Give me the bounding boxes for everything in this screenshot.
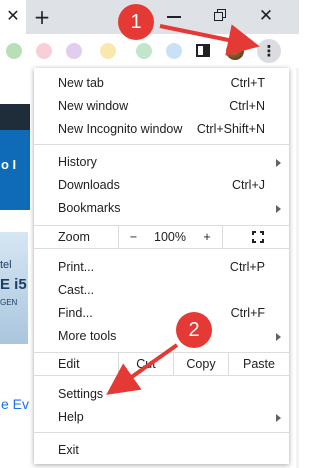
submenu-arrow-icon [276, 333, 281, 341]
menu-item-label: Print... [58, 260, 95, 274]
menu-separator [34, 432, 289, 433]
menu-item-shortcut: Ctrl+F [230, 306, 265, 320]
extension-icon[interactable] [166, 43, 182, 59]
chip-gen: GEN [0, 298, 18, 307]
menu-item-new-incognito[interactable]: New Incognito window Ctrl+Shift+N [34, 118, 289, 141]
step1-badge: 1 [118, 4, 154, 40]
menu-item-print[interactable]: Print... Ctrl+P [34, 256, 289, 279]
menu-item-label: Find... [58, 306, 93, 320]
menu-item-shortcut: Ctrl+T [230, 76, 265, 90]
menu-item-new-window[interactable]: New window Ctrl+N [34, 95, 289, 118]
menu-item-label: More tools [58, 329, 117, 343]
menu-item-shortcut: Ctrl+P [229, 260, 265, 274]
restore-icon[interactable] [214, 9, 226, 21]
menu-item-exit[interactable]: Exit [34, 439, 289, 462]
menu-item-label: Cast... [58, 283, 95, 297]
menu-item-shortcut: Ctrl+J [232, 178, 265, 192]
paste-button[interactable]: Paste [228, 353, 289, 375]
menu-separator [34, 144, 289, 145]
menu-item-more-tools[interactable]: More tools [34, 325, 289, 348]
extension-icon[interactable] [6, 43, 22, 59]
side-panel-icon[interactable] [196, 44, 210, 57]
edit-label: Edit [58, 357, 80, 371]
zoom-label: Zoom [58, 230, 90, 244]
window-close-icon[interactable]: ✕ [255, 4, 277, 28]
menu-item-label: New Incognito window [58, 122, 183, 136]
menu-item-find[interactable]: Find... Ctrl+F [34, 302, 289, 325]
fullscreen-icon [252, 231, 264, 243]
zoom-in-button[interactable]: + [192, 226, 222, 248]
avatar[interactable] [226, 42, 244, 60]
chip-model: E i5 [0, 276, 27, 293]
tab-close-icon[interactable]: ✕ [0, 0, 26, 34]
menu-item-label: New tab [58, 76, 104, 90]
menu-item-shortcut: Ctrl+N [229, 99, 265, 113]
page-banner: o I [0, 130, 30, 210]
menu-item-downloads[interactable]: Downloads Ctrl+J [34, 174, 289, 197]
zoom-out-button[interactable]: − [118, 226, 148, 248]
zoom-row: Zoom − 100% + [34, 225, 289, 249]
copy-button[interactable]: Copy [173, 353, 228, 375]
cut-button[interactable]: Cut [118, 353, 173, 375]
zoom-value: 100% [154, 230, 186, 244]
banner-text: o I [1, 157, 17, 172]
page-scrollbar[interactable] [296, 68, 299, 468]
menu-item-bookmarks[interactable]: Bookmarks [34, 197, 289, 220]
product-image: tel E i5 GEN [0, 232, 28, 344]
minimize-icon[interactable] [167, 16, 181, 18]
browser-toolbar: ⋮ [0, 34, 299, 68]
menu-item-new-tab[interactable]: New tab Ctrl+T [34, 72, 289, 95]
menu-item-history[interactable]: History [34, 151, 289, 174]
menu-item-label: Help [58, 410, 84, 424]
chip-brand: tel [0, 259, 12, 271]
menu-kebab-icon[interactable]: ⋮ [257, 39, 281, 63]
extension-icon[interactable] [136, 43, 152, 59]
menu-item-label: Exit [58, 443, 79, 457]
page-header-strip [0, 104, 30, 130]
menu-item-label: History [58, 155, 97, 169]
extension-icon[interactable] [66, 43, 82, 59]
page-link[interactable]: e Ev [1, 396, 29, 412]
edit-row: Edit Cut Copy Paste [34, 352, 289, 376]
menu-item-cast[interactable]: Cast... [34, 279, 289, 302]
menu-item-shortcut: Ctrl+Shift+N [196, 122, 265, 136]
step2-badge: 2 [176, 312, 212, 348]
new-tab-icon[interactable]: + [33, 4, 51, 30]
menu-item-settings[interactable]: Settings [34, 383, 289, 406]
submenu-arrow-icon [276, 205, 281, 213]
extension-icon[interactable] [100, 43, 116, 59]
menu-item-label: Bookmarks [58, 201, 121, 215]
submenu-arrow-icon [276, 414, 281, 422]
chrome-main-menu: New tab Ctrl+T New window Ctrl+N New Inc… [34, 68, 289, 464]
menu-item-label: Settings [58, 387, 104, 401]
menu-item-label: New window [58, 99, 129, 113]
menu-item-label: Downloads [58, 178, 120, 192]
extension-icon[interactable] [36, 43, 52, 59]
menu-item-help[interactable]: Help [34, 406, 289, 429]
submenu-arrow-icon [276, 159, 281, 167]
